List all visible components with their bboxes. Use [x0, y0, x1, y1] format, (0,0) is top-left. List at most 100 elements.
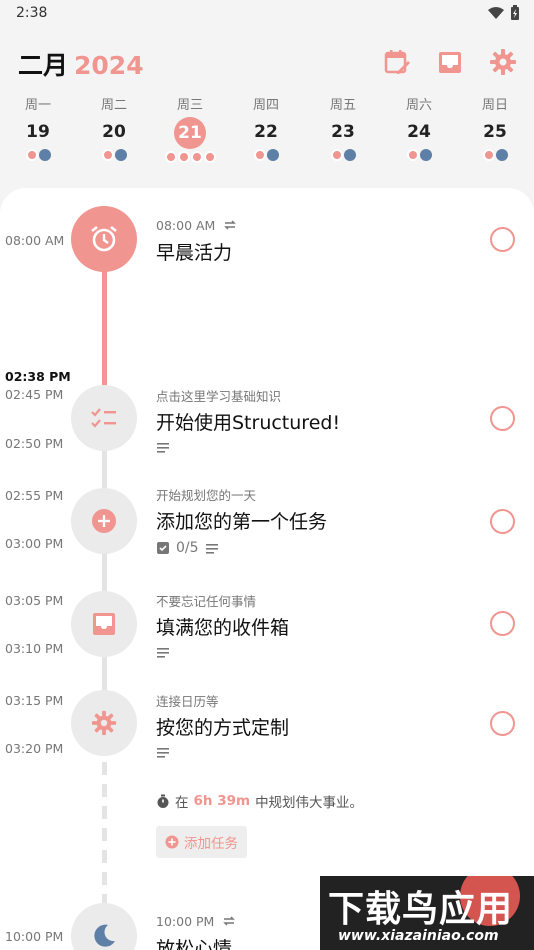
task-add-first[interactable]: 开始规划您的一天 添加您的第一个任务 0/5: [156, 485, 486, 557]
sun-dot-icon: [330, 149, 343, 161]
task-title: 填满您的收件箱: [156, 617, 290, 639]
free-time-duration: 6h 39m: [193, 793, 251, 809]
watermark-text: 下载鸟应用: [328, 889, 514, 930]
time-label: 02:50 PM: [5, 436, 64, 451]
add-circle-icon: [92, 509, 116, 533]
day-dots: [8, 149, 68, 161]
month-title[interactable]: 二月 2024: [18, 46, 144, 82]
repeat-icon: [223, 916, 236, 926]
week-strip: 周一 19 周二 20 周三 21 周四 22 周五 23 周六 24 周日 2…: [0, 95, 534, 175]
task-learn[interactable]: 点击这里学习基础知识 开始使用Structured!: [156, 386, 486, 453]
day-name: 周五: [329, 98, 356, 113]
inbox-icon[interactable]: [436, 48, 464, 76]
notes-icon: [157, 443, 169, 453]
notes-icon: [205, 544, 218, 554]
calendar-edit-icon[interactable]: [383, 48, 411, 76]
day-wed[interactable]: 周三 21: [160, 95, 220, 163]
add-circle-icon: [165, 835, 179, 849]
watermark-url: www.xiazainiao.com: [338, 928, 499, 944]
day-number: 19: [26, 122, 50, 142]
timeline-line-free: [102, 740, 107, 905]
task-node-add[interactable]: [71, 488, 137, 554]
task-node-wake[interactable]: [71, 206, 137, 272]
subtask-count: 0/5: [176, 540, 199, 556]
add-task-label: 添加任务: [184, 836, 238, 852]
gear-icon[interactable]: [489, 48, 517, 76]
current-time-label: 02:38 PM: [5, 369, 71, 384]
sun-dot-icon: [406, 149, 419, 161]
day-name: 周一: [24, 98, 51, 113]
task-meta: [156, 646, 486, 658]
time-label: 02:55 PM: [5, 488, 64, 503]
task-subtitle: 点击这里学习基础知识: [156, 388, 282, 404]
task-title: 按您的方式定制: [156, 717, 290, 739]
day-number: 25: [483, 122, 507, 142]
day-thu[interactable]: 周四 22: [236, 95, 296, 161]
notes-icon: [157, 648, 169, 658]
moon-dot-icon: [38, 149, 51, 161]
time-label: 03:20 PM: [5, 741, 64, 756]
complete-checkbox[interactable]: [490, 611, 515, 636]
task-node-inbox[interactable]: [71, 591, 137, 657]
month-label: 二月: [18, 51, 69, 80]
moon-icon: [94, 924, 115, 947]
free-time-hint: 在 6h 39m 中规划伟大事业。: [156, 791, 363, 811]
gear-icon: [91, 710, 117, 736]
task-title: 添加您的第一个任务: [156, 511, 328, 533]
complete-checkbox[interactable]: [490, 509, 515, 534]
timer-icon: [157, 794, 169, 808]
day-sat[interactable]: 周六 24: [389, 95, 449, 161]
day-name: 周日: [481, 98, 508, 113]
complete-checkbox[interactable]: [490, 227, 515, 252]
time-label: 03:10 PM: [5, 641, 64, 656]
task-node-learn[interactable]: [71, 385, 137, 451]
task-meta: [156, 441, 486, 453]
day-tue[interactable]: 周二 20: [84, 95, 144, 161]
day-dots: [84, 149, 144, 161]
day-name: 周四: [252, 98, 279, 113]
repeat-icon: [224, 220, 237, 230]
time-label: 08:00 AM: [5, 233, 65, 248]
task-inbox[interactable]: 不要忘记任何事情 填满您的收件箱: [156, 591, 486, 658]
complete-checkbox[interactable]: [490, 406, 515, 431]
task-title: 早晨活力: [156, 242, 233, 264]
complete-checkbox[interactable]: [490, 711, 515, 736]
checkbox-icon: [157, 542, 169, 554]
task-meta: [156, 746, 486, 758]
task-subtitle: 不要忘记任何事情: [156, 593, 257, 609]
sun-dot-icon: [25, 149, 38, 161]
task-subtitle: 开始规划您的一天: [156, 487, 257, 503]
moon-dot-icon: [343, 149, 356, 161]
inbox-icon: [93, 613, 115, 635]
task-dot-icon: [190, 151, 203, 163]
task-subtitle: 连接日历等: [156, 693, 219, 709]
free-time-prefix: 在: [175, 795, 189, 811]
moon-dot-icon: [419, 149, 432, 161]
day-dots: [160, 151, 220, 163]
task-node-customize[interactable]: [71, 690, 137, 756]
checklist-icon: [91, 408, 116, 428]
free-time-suffix: 中规划伟大事业。: [255, 795, 364, 811]
battery-icon: [511, 5, 519, 20]
sun-dot-icon: [101, 149, 114, 161]
year-label: 2024: [74, 51, 144, 80]
moon-dot-icon: [266, 149, 279, 161]
day-number: 22: [254, 122, 278, 142]
day-mon[interactable]: 周一 19: [8, 95, 68, 161]
day-dots: [389, 149, 449, 161]
status-icons: [488, 5, 520, 21]
task-dot-icon: [164, 151, 177, 163]
day-sun[interactable]: 周日 25: [465, 95, 525, 161]
task-wake[interactable]: 08:00 AM 早晨活力: [156, 216, 486, 265]
day-name: 周二: [100, 98, 127, 113]
moon-dot-icon: [495, 149, 508, 161]
task-time: 10:00 PM: [156, 913, 215, 929]
add-task-button[interactable]: 添加任务: [156, 826, 247, 858]
task-time-row: 08:00 AM: [156, 216, 486, 234]
task-dot-icon: [177, 151, 190, 163]
task-customize[interactable]: 连接日历等 按您的方式定制: [156, 691, 486, 758]
day-name: 周六: [405, 98, 432, 113]
notes-icon: [157, 748, 169, 758]
day-fri[interactable]: 周五 23: [313, 95, 373, 161]
status-time: 2:38: [16, 5, 48, 21]
